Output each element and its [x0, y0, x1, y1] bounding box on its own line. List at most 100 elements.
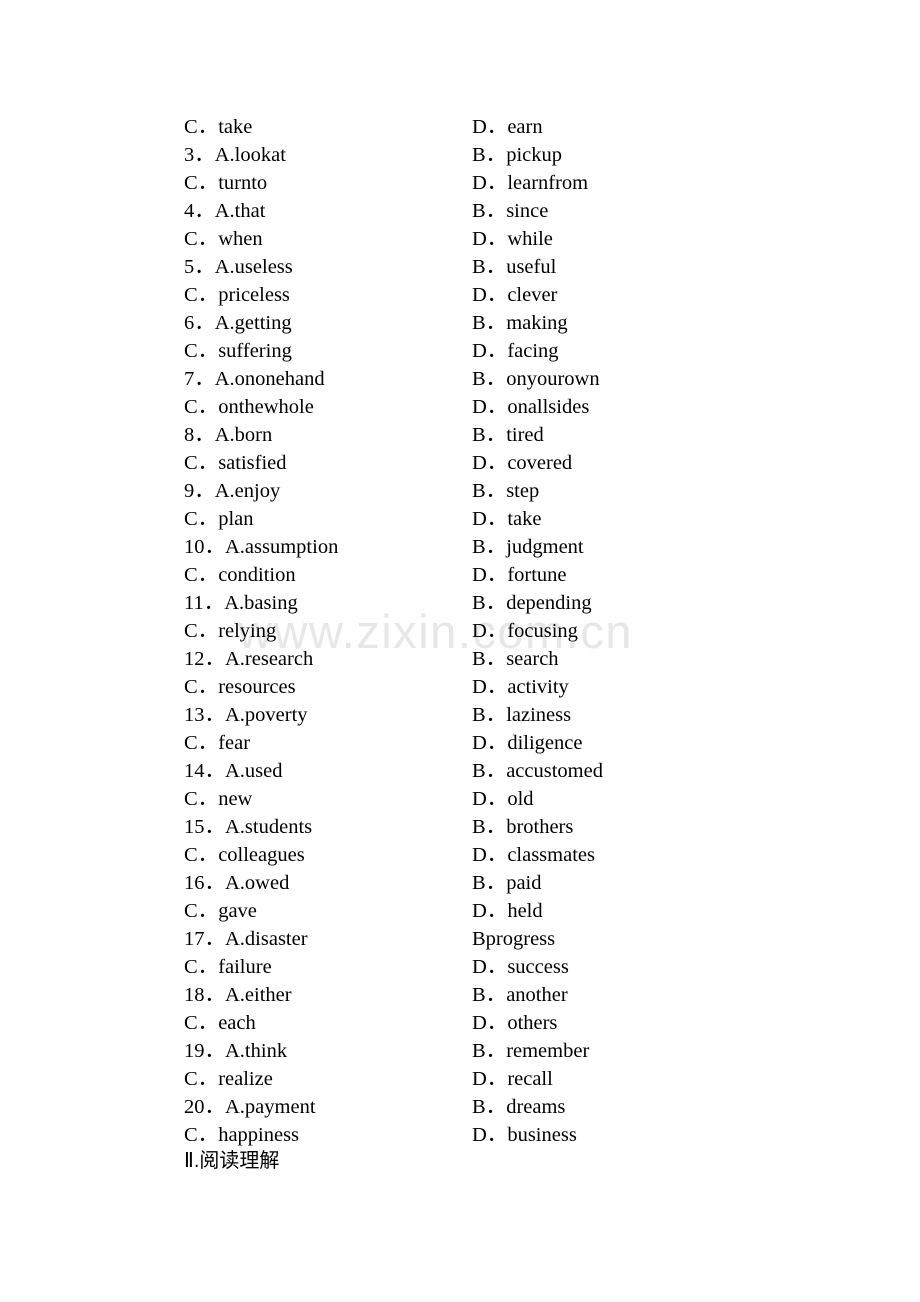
option-choice[interactable]: C．relying: [184, 617, 276, 645]
option-text: diligence: [507, 732, 583, 754]
option-text: A.research: [225, 648, 314, 670]
option-choice[interactable]: B．brothers: [472, 813, 573, 841]
option-choice[interactable]: D．facing: [472, 337, 559, 365]
option-choice[interactable]: D．while: [472, 225, 553, 253]
option-marker: C．: [184, 116, 219, 138]
option-choice[interactable]: 16．A.owed: [184, 869, 289, 897]
option-choice[interactable]: D．covered: [472, 449, 572, 477]
option-choice[interactable]: 10．A.assumption: [184, 533, 338, 561]
option-choice[interactable]: B．since: [472, 197, 548, 225]
option-choice[interactable]: 13．A.poverty: [184, 701, 308, 729]
option-row: 13．A.poverty B．laziness: [0, 701, 920, 729]
option-choice[interactable]: C．colleagues: [184, 841, 305, 869]
option-choice[interactable]: B．remember: [472, 1037, 589, 1065]
option-choice[interactable]: C．when: [184, 225, 263, 253]
option-row: C．condition D．fortune: [0, 561, 920, 589]
option-row: C．colleagues D．classmates: [0, 841, 920, 869]
option-choice[interactable]: C．suffering: [184, 337, 292, 365]
option-choice[interactable]: 14．A.used: [184, 757, 283, 785]
option-choice[interactable]: 3．A.lookat: [184, 141, 286, 169]
option-choice[interactable]: C．each: [184, 1009, 256, 1037]
option-choice[interactable]: D．old: [472, 785, 534, 813]
option-choice[interactable]: C．satisfied: [184, 449, 287, 477]
option-choice[interactable]: D．take: [472, 505, 541, 533]
option-choice[interactable]: 20．A.payment: [184, 1093, 316, 1121]
option-choice[interactable]: D．recall: [472, 1065, 553, 1093]
option-choice[interactable]: B．tired: [472, 421, 544, 449]
option-text: A.disaster: [225, 928, 308, 950]
option-row: C．when D．while: [0, 225, 920, 253]
option-text: tired: [506, 424, 544, 446]
option-choice[interactable]: D．onallsides: [472, 393, 589, 421]
option-choice[interactable]: 15．A.students: [184, 813, 312, 841]
option-choice[interactable]: D．diligence: [472, 729, 582, 757]
option-choice[interactable]: C．happiness: [184, 1121, 299, 1149]
option-choice[interactable]: C．failure: [184, 953, 272, 981]
option-choice[interactable]: C．new: [184, 785, 252, 813]
option-choice[interactable]: B．onyourown: [472, 365, 600, 393]
option-marker: B．: [472, 312, 507, 334]
option-choice[interactable]: C．take: [184, 113, 252, 141]
option-choice[interactable]: D．others: [472, 1009, 557, 1037]
option-choice[interactable]: 7．A.ononehand: [184, 365, 325, 393]
option-text: satisfied: [218, 452, 287, 474]
option-choice[interactable]: D．focusing: [472, 617, 578, 645]
option-choice[interactable]: C．realize: [184, 1065, 273, 1093]
option-choice[interactable]: 5．A.useless: [184, 253, 293, 281]
option-choice[interactable]: C．turnto: [184, 169, 267, 197]
option-choice[interactable]: B．paid: [472, 869, 541, 897]
option-choice[interactable]: C．priceless: [184, 281, 290, 309]
option-choice[interactable]: 8．A.born: [184, 421, 272, 449]
option-choice[interactable]: B．making: [472, 309, 568, 337]
option-choice[interactable]: B．another: [472, 981, 568, 1009]
option-choice[interactable]: 9．A.enjoy: [184, 477, 280, 505]
option-choice[interactable]: C．condition: [184, 561, 296, 589]
option-choice[interactable]: B．search: [472, 645, 559, 673]
option-choice[interactable]: D．success: [472, 953, 569, 981]
option-choice[interactable]: C．gave: [184, 897, 257, 925]
option-text: A.basing: [224, 592, 298, 614]
option-marker: B．: [472, 256, 507, 278]
option-choice[interactable]: D．business: [472, 1121, 577, 1149]
option-choice[interactable]: B．depending: [472, 589, 592, 617]
option-choice[interactable]: D．activity: [472, 673, 569, 701]
option-choice[interactable]: D．classmates: [472, 841, 595, 869]
option-text: business: [507, 1124, 577, 1146]
option-choice[interactable]: 18．A.either: [184, 981, 292, 1009]
option-choice[interactable]: C．resources: [184, 673, 296, 701]
option-choice[interactable]: B．judgment: [472, 533, 584, 561]
option-choice[interactable]: D．clever: [472, 281, 557, 309]
option-choice[interactable]: 19．A.think: [184, 1037, 287, 1065]
option-choice[interactable]: 11．A.basing: [184, 589, 298, 617]
option-text: A.getting: [214, 312, 292, 334]
option-choice[interactable]: D．held: [472, 897, 543, 925]
option-choice[interactable]: C．onthewhole: [184, 393, 314, 421]
option-text: turnto: [218, 172, 268, 194]
option-choice[interactable]: B．dreams: [472, 1093, 565, 1121]
option-choice[interactable]: C．fear: [184, 729, 250, 757]
option-marker: 9．: [184, 480, 215, 502]
option-choice[interactable]: C．plan: [184, 505, 253, 533]
option-choice[interactable]: 12．A.research: [184, 645, 313, 673]
option-choice[interactable]: 17．A.disaster: [184, 925, 308, 953]
option-choice[interactable]: 6．A.getting: [184, 309, 292, 337]
option-text: old: [507, 788, 534, 810]
option-choice[interactable]: Bprogress: [472, 925, 555, 953]
option-text: colleagues: [218, 844, 305, 866]
option-choice[interactable]: B．useful: [472, 253, 556, 281]
option-text: remember: [506, 1040, 590, 1062]
option-choice[interactable]: B．laziness: [472, 701, 571, 729]
option-marker: C．: [184, 1124, 219, 1146]
option-choice[interactable]: D．fortune: [472, 561, 567, 589]
option-row: C．take D．earn: [0, 113, 920, 141]
option-text: paid: [506, 872, 542, 894]
option-choice[interactable]: B．step: [472, 477, 539, 505]
option-choice[interactable]: 4．A.that: [184, 197, 265, 225]
option-row: 3．A.lookat B．pickup: [0, 141, 920, 169]
option-text: condition: [218, 564, 296, 586]
option-text: failure: [218, 956, 272, 978]
option-choice[interactable]: D．earn: [472, 113, 543, 141]
option-choice[interactable]: D．learnfrom: [472, 169, 588, 197]
option-choice[interactable]: B．pickup: [472, 141, 562, 169]
option-choice[interactable]: B．accustomed: [472, 757, 603, 785]
